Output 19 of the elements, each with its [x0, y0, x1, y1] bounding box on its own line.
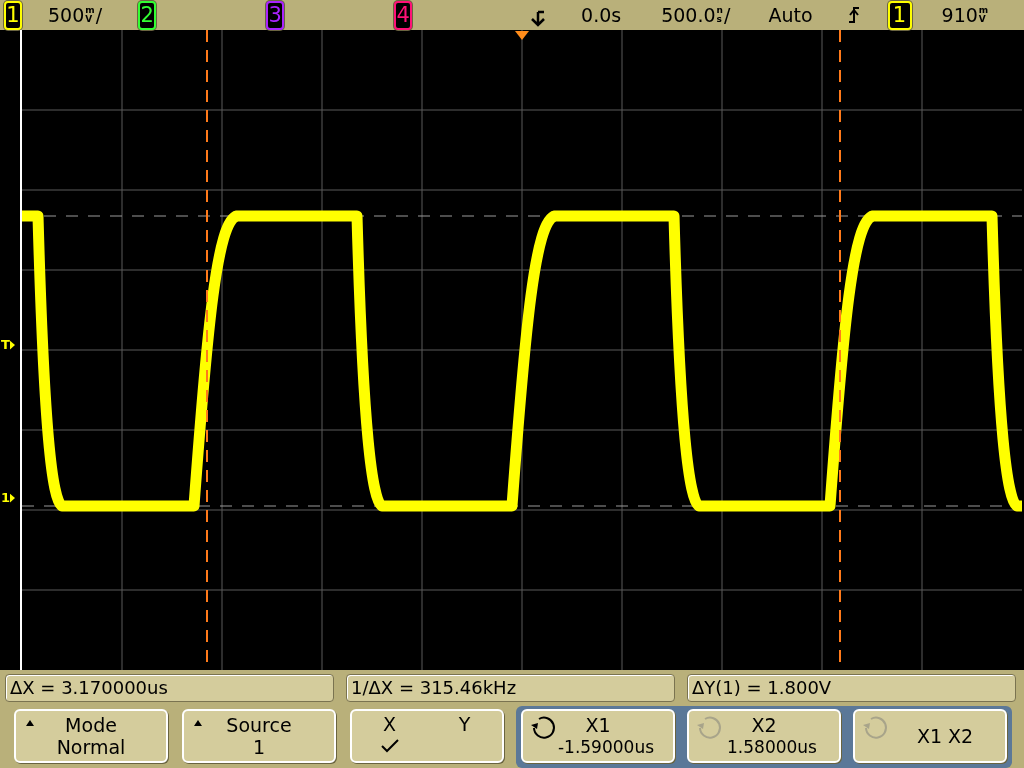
softkey[interactable]: X2 1.58000us — [687, 709, 841, 763]
softkey[interactable]: X1 -1.59000us — [521, 709, 675, 763]
trigger-mode: Auto — [768, 4, 813, 26]
softkey[interactable]: X1 X2 — [853, 709, 1007, 763]
softkey[interactable]: Source 1 — [182, 709, 336, 763]
channel-badge[interactable]: 4 — [394, 0, 413, 30]
rising-edge-icon — [847, 6, 860, 24]
softkey[interactable]: Mode Normal — [14, 709, 168, 763]
channel-badge[interactable]: 3 — [266, 0, 285, 30]
menu-arrow-icon — [194, 720, 202, 726]
channel-badge[interactable]: 2 — [138, 0, 157, 30]
measurement-readout: 1/ΔX = 315.46kHz — [346, 674, 675, 702]
measurement-readout: ΔY(1) = 1.800V — [687, 674, 1016, 702]
trigger-source-badge[interactable]: 1 — [887, 0, 912, 30]
channel-badge[interactable]: 1 — [4, 0, 22, 30]
xy-toggle-softkey[interactable]: X Y — [350, 709, 504, 763]
menu-arrow-icon — [26, 720, 34, 726]
delay-readout: 0.0s — [581, 4, 622, 26]
measurement-readout: ΔX = 3.170000us — [5, 674, 334, 702]
